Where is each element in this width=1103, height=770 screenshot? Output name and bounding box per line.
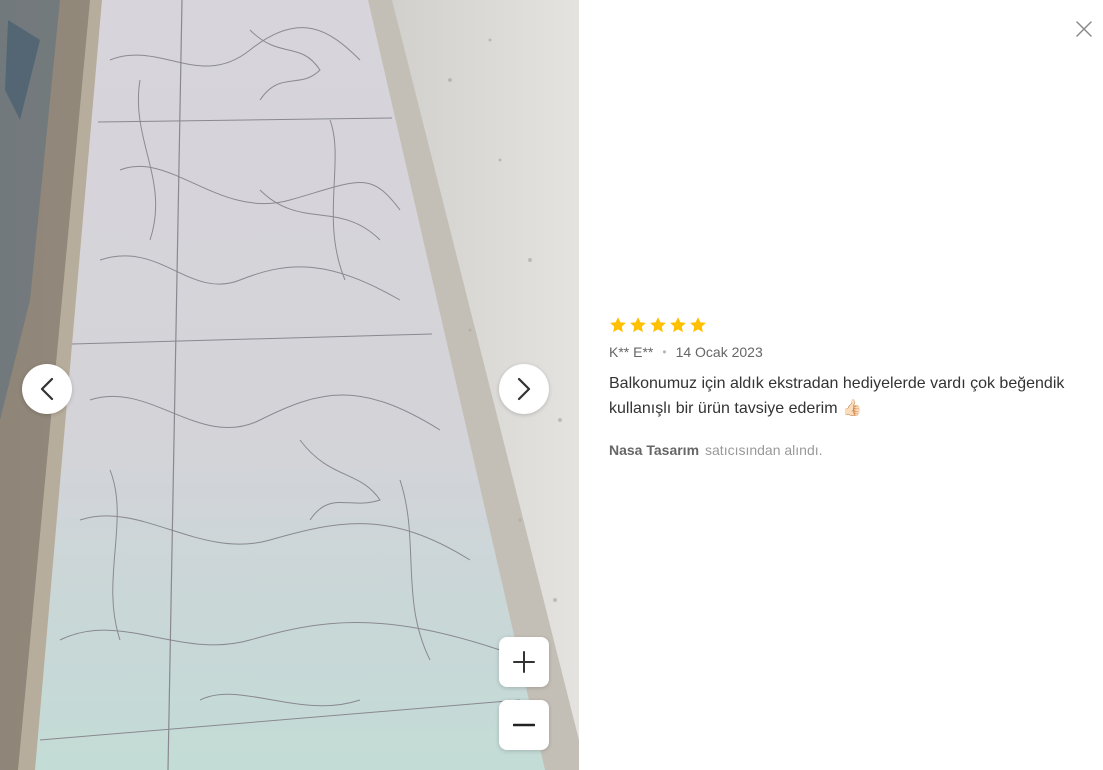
review-meta: K** E** • 14 Ocak 2023	[609, 344, 1089, 360]
review-photo	[0, 0, 579, 770]
seller-name: Nasa Tasarım	[609, 442, 700, 458]
star-rating	[609, 316, 1089, 336]
star-icon	[670, 317, 686, 333]
previous-image-button[interactable]	[22, 364, 72, 414]
star-icon	[690, 317, 706, 333]
review-author: K** E**	[609, 344, 654, 360]
meta-separator: •	[662, 345, 667, 359]
review-details: K** E** • 14 Ocak 2023 Balkonumuz için a…	[609, 316, 1089, 458]
star-icon	[650, 317, 666, 333]
review-date: 14 Ocak 2023	[675, 344, 763, 360]
review-image-modal: K** E** • 14 Ocak 2023 Balkonumuz için a…	[0, 0, 1103, 770]
zoom-out-button[interactable]	[499, 700, 549, 750]
review-photo-panel	[0, 0, 579, 770]
seller-suffix: satıcısından alındı.	[705, 442, 823, 458]
plus-icon	[513, 651, 535, 673]
review-comment: Balkonumuz için aldık ekstradan hediyele…	[609, 371, 1089, 421]
star-icon	[610, 317, 626, 333]
close-icon	[1076, 21, 1092, 37]
review-text: Balkonumuz için aldık ekstradan hediyele…	[609, 375, 1065, 417]
seller-info: Nasa Tasarım satıcısından alındı.	[609, 442, 1089, 458]
thumbs-up-emoji: 👍🏻	[842, 400, 862, 417]
zoom-in-button[interactable]	[499, 637, 549, 687]
chevron-left-icon	[40, 377, 54, 401]
minus-icon	[513, 723, 535, 727]
chevron-right-icon	[517, 377, 531, 401]
close-button[interactable]	[1074, 19, 1094, 39]
star-icon	[630, 317, 646, 333]
next-image-button[interactable]	[499, 364, 549, 414]
